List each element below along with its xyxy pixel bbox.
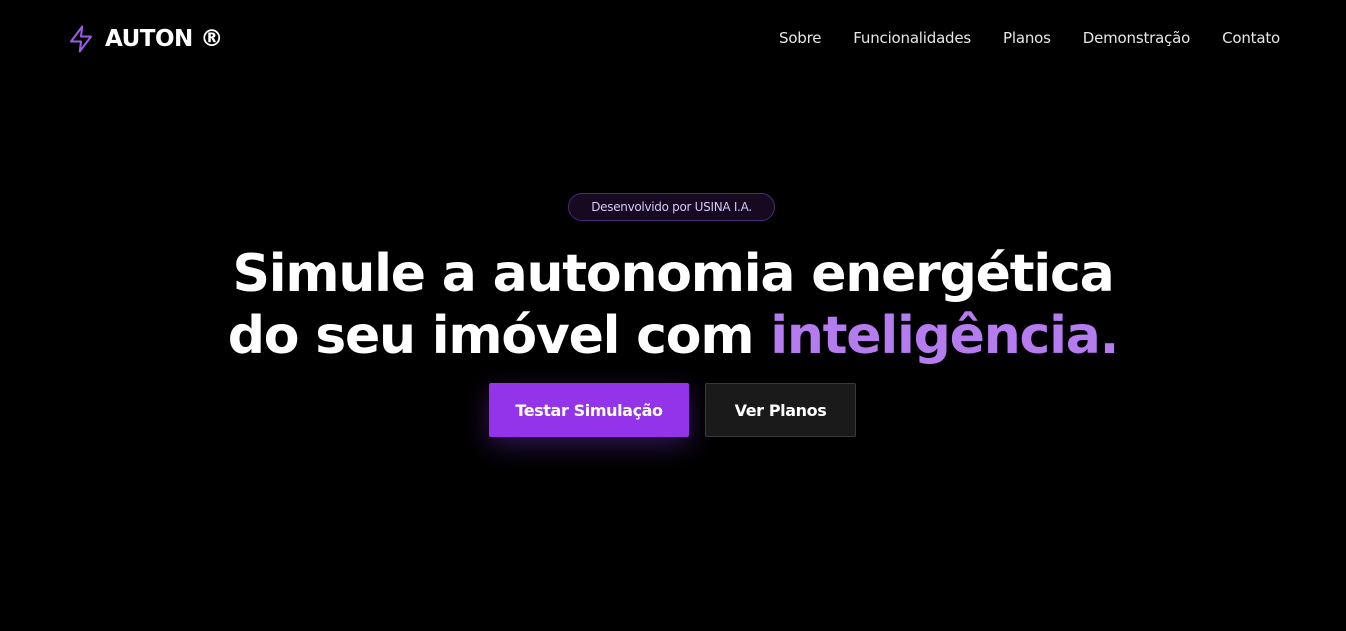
view-plans-button[interactable]: Ver Planos <box>705 383 856 437</box>
brand-name: AUTON ® <box>105 26 223 52</box>
nav-link-sobre[interactable]: Sobre <box>779 28 821 48</box>
developer-badge: Desenvolvido por USINA I.A. <box>568 193 775 221</box>
brand-logo-link[interactable]: AUTON ® <box>66 22 223 56</box>
headline-line-2: do seu imóvel com <box>227 306 771 366</box>
headline-line-1: Simule a autonomia energética <box>232 244 1115 304</box>
lightning-bolt-icon <box>70 25 92 53</box>
test-simulation-button[interactable]: Testar Simulação <box>489 383 689 437</box>
hero-cta-row: Testar Simulação Ver Planos <box>489 383 856 437</box>
headline-accent: inteligência. <box>770 306 1119 366</box>
hero-headline: Simule a autonomia energética do seu imó… <box>0 243 1346 367</box>
nav-link-demonstracao[interactable]: Demonstração <box>1083 28 1191 48</box>
registered-mark: ® <box>200 26 223 52</box>
brand-name-text: AUTON <box>105 26 193 52</box>
main-nav: Sobre Funcionalidades Planos Demonstraçã… <box>779 28 1280 48</box>
nav-link-contato[interactable]: Contato <box>1222 28 1280 48</box>
nav-link-funcionalidades[interactable]: Funcionalidades <box>853 28 971 48</box>
site-header: AUTON ® Sobre Funcionalidades Planos Dem… <box>0 0 1346 78</box>
nav-link-planos[interactable]: Planos <box>1003 28 1051 48</box>
landing-page: AUTON ® Sobre Funcionalidades Planos Dem… <box>0 0 1346 631</box>
